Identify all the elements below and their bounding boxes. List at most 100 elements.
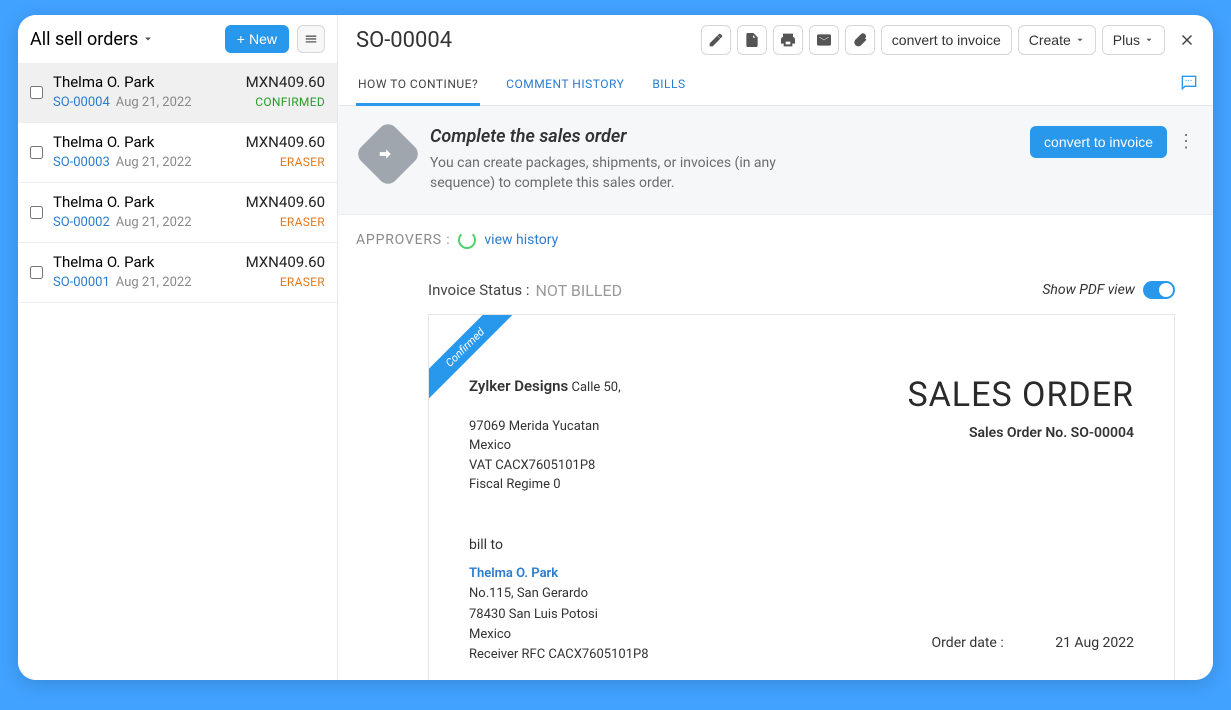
sidebar-header: All sell orders + New bbox=[18, 15, 337, 63]
paperclip-icon bbox=[852, 32, 868, 48]
order-row[interactable]: Thelma O. Park SO-00003 Aug 21, 2022 MXN409… bbox=[18, 123, 337, 183]
close-icon bbox=[1178, 31, 1196, 49]
order-customer: Thelma O. Park bbox=[53, 193, 236, 211]
new-order-label: New bbox=[249, 31, 277, 47]
order-row[interactable]: Thelma O. Park SO-00002 Aug 21, 2022 MXN409… bbox=[18, 183, 337, 243]
hamburger-icon bbox=[303, 32, 319, 46]
plus-dropdown[interactable]: Plus bbox=[1102, 25, 1165, 55]
order-customer: Thelma O. Park bbox=[53, 253, 236, 271]
sales-order-document: Confirmed Zylker Designs Calle 50, 97069… bbox=[428, 314, 1175, 680]
order-amount: MXN409.60 bbox=[246, 73, 325, 91]
banner-convert-button[interactable]: convert to invoice bbox=[1030, 126, 1167, 158]
approvers-row: APPROVERS : view history bbox=[338, 215, 1213, 265]
order-status: ERASER bbox=[246, 275, 325, 289]
chevron-down-icon bbox=[1075, 35, 1085, 45]
banner-title: Complete the sales order bbox=[430, 126, 820, 147]
order-date: Aug 21, 2022 bbox=[116, 155, 192, 170]
approvers-label: APPROVERS : bbox=[356, 232, 450, 248]
order-select-checkbox[interactable] bbox=[30, 255, 43, 290]
document-heading: SALES ORDER Sales Order No. SO-00004 bbox=[907, 375, 1134, 441]
invoice-status-row: Invoice Status : NOT BILLED Show PDF vie… bbox=[338, 265, 1213, 314]
mail-icon bbox=[816, 32, 832, 48]
comments-button[interactable] bbox=[1179, 73, 1199, 97]
tab-how-to-continue[interactable]: HOW TO CONTINUE? bbox=[356, 65, 480, 106]
order-date: Aug 21, 2022 bbox=[116, 215, 192, 230]
printer-icon bbox=[780, 32, 796, 48]
banner-text: Complete the sales order You can create … bbox=[430, 126, 820, 194]
convert-to-invoice-button[interactable]: convert to invoice bbox=[881, 25, 1012, 55]
order-row[interactable]: Thelma O. Park SO-00001 Aug 21, 2022 MXN409… bbox=[18, 243, 337, 303]
bill-to-addr1: No.115, San Gerardo bbox=[469, 584, 1134, 604]
order-date: Order date : 21 Aug 2022 bbox=[932, 635, 1134, 651]
order-select-checkbox[interactable] bbox=[30, 195, 43, 230]
company-addr2: 97069 Merida Yucatan bbox=[469, 419, 599, 434]
order-date-label: Order date : bbox=[932, 635, 1004, 651]
view-history-link[interactable]: view history bbox=[484, 232, 558, 248]
order-list: Thelma O. Park SO-00004 Aug 21, 2022 MXN409… bbox=[18, 63, 337, 680]
email-button[interactable] bbox=[809, 25, 839, 55]
create-dropdown[interactable]: Create bbox=[1018, 25, 1096, 55]
tab-comment-history[interactable]: COMMENT HISTORY bbox=[504, 65, 626, 105]
main-header: SO-00004 convert to invoice Create Plus bbox=[338, 15, 1213, 65]
complete-order-banner: Complete the sales order You can create … bbox=[338, 106, 1213, 215]
order-id: SO-00004 bbox=[53, 95, 110, 110]
chevron-down-icon bbox=[1144, 35, 1154, 45]
order-id: SO-00001 bbox=[53, 275, 110, 290]
orders-filter-label: All sell orders bbox=[30, 29, 138, 50]
tab-bills[interactable]: BILLS bbox=[650, 65, 687, 105]
close-button[interactable] bbox=[1175, 28, 1199, 52]
company-addr1: Calle 50, bbox=[572, 380, 621, 395]
document-subtitle: Sales Order No. SO-00004 bbox=[907, 425, 1134, 441]
order-id: SO-00003 bbox=[53, 155, 110, 170]
order-select-checkbox[interactable] bbox=[30, 135, 43, 170]
attach-button[interactable] bbox=[845, 25, 875, 55]
page-title: SO-00004 bbox=[356, 28, 452, 53]
orders-filter-dropdown[interactable]: All sell orders bbox=[30, 29, 154, 50]
company-addr3: Mexico bbox=[469, 438, 511, 453]
plus-icon: + bbox=[237, 31, 245, 47]
order-customer: Thelma O. Park bbox=[53, 73, 236, 91]
order-status: ERASER bbox=[246, 215, 325, 229]
banner-more-button[interactable]: ⋮ bbox=[1177, 133, 1195, 151]
order-status: CONFIRMED bbox=[246, 95, 325, 109]
sidebar: All sell orders + New Thelma O. Park SO-0… bbox=[18, 15, 338, 680]
document-title: SALES ORDER bbox=[907, 375, 1134, 415]
confirmed-ribbon: Confirmed bbox=[429, 315, 515, 401]
approver-status-icon bbox=[458, 231, 476, 249]
order-amount: MXN409.60 bbox=[246, 133, 325, 151]
pencil-icon bbox=[708, 32, 724, 48]
bill-to-name: Thelma O. Park bbox=[469, 564, 1134, 584]
order-date: Aug 21, 2022 bbox=[116, 275, 192, 290]
banner-body: You can create packages, shipments, or i… bbox=[430, 153, 820, 194]
main-panel: SO-00004 convert to invoice Create Plus … bbox=[338, 15, 1213, 680]
sidebar-menu-button[interactable] bbox=[297, 25, 325, 53]
document-container: Confirmed Zylker Designs Calle 50, 97069… bbox=[338, 314, 1213, 680]
order-date-value: 21 Aug 2022 bbox=[1055, 635, 1134, 651]
bill-to-label: bill to bbox=[469, 535, 1134, 557]
file-pdf-icon bbox=[744, 32, 760, 48]
order-select-checkbox[interactable] bbox=[30, 75, 43, 110]
show-pdf-toggle[interactable] bbox=[1143, 281, 1175, 299]
chevron-down-icon bbox=[142, 33, 154, 45]
invoice-status-value: NOT BILLED bbox=[536, 281, 623, 300]
main-body: Complete the sales order You can create … bbox=[338, 106, 1213, 680]
order-date: Aug 21, 2022 bbox=[116, 95, 192, 110]
chat-bubble-icon bbox=[1179, 73, 1199, 93]
tab-bar: HOW TO CONTINUE? COMMENT HISTORY BILLS bbox=[338, 65, 1213, 106]
bill-to-addr2: 78430 San Luis Potosi bbox=[469, 605, 1134, 625]
order-status: ERASER bbox=[246, 155, 325, 169]
new-order-button[interactable]: + New bbox=[225, 25, 289, 53]
order-amount: MXN409.60 bbox=[246, 193, 325, 211]
show-pdf-label: Show PDF view bbox=[1042, 282, 1135, 298]
order-amount: MXN409.60 bbox=[246, 253, 325, 271]
banner-arrow-icon bbox=[354, 120, 422, 188]
order-id: SO-00002 bbox=[53, 215, 110, 230]
company-fiscal: Fiscal Regime 0 bbox=[469, 477, 561, 492]
edit-button[interactable] bbox=[701, 25, 731, 55]
print-button[interactable] bbox=[773, 25, 803, 55]
pdf-button[interactable] bbox=[737, 25, 767, 55]
order-customer: Thelma O. Park bbox=[53, 133, 236, 151]
company-vat: VAT CACX7605101P8 bbox=[469, 458, 595, 473]
order-row[interactable]: Thelma O. Park SO-00004 Aug 21, 2022 MXN409… bbox=[18, 63, 337, 123]
invoice-status-label: Invoice Status : bbox=[428, 281, 530, 299]
